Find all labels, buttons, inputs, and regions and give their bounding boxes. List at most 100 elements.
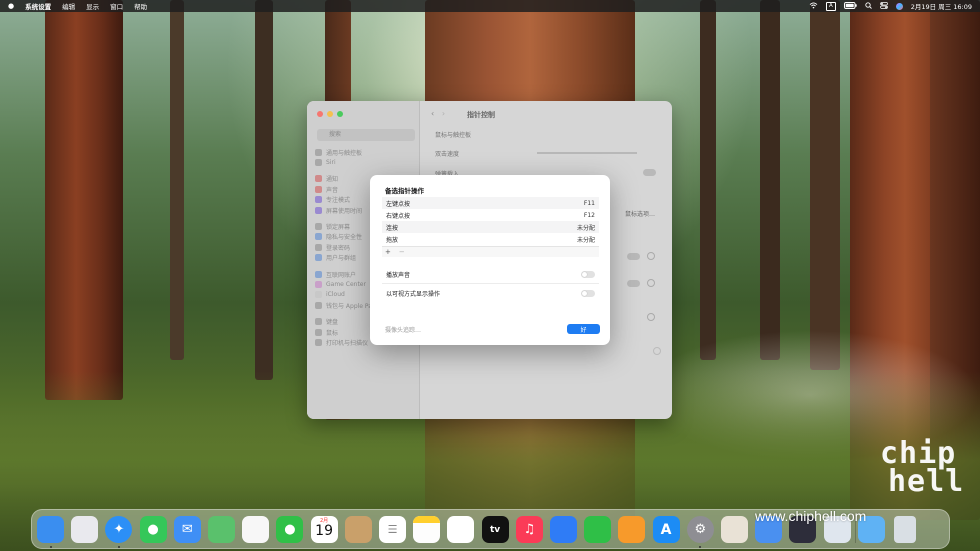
zoom-window-button[interactable]: [337, 111, 343, 117]
tv-label: tv: [490, 524, 501, 535]
wifi-icon[interactable]: [809, 1, 818, 11]
sidebar-item-icon: [315, 223, 322, 231]
calendar-icon[interactable]: 2月 19: [310, 516, 338, 543]
contacts-icon[interactable]: [344, 516, 372, 543]
sidebar-item-icon: [315, 233, 322, 241]
spring-loading-toggle[interactable]: [643, 169, 656, 176]
tv-icon[interactable]: tv: [481, 516, 509, 543]
battery-icon[interactable]: [843, 1, 857, 11]
sidebar-item-icon: [315, 270, 322, 278]
camera-tracking-button[interactable]: 摄像头追踪…: [385, 325, 421, 334]
tree-trunk: [255, 0, 273, 380]
running-indicator: [699, 546, 702, 548]
bubble-glyph: ●: [284, 522, 296, 537]
sidebar-item-icon: [315, 254, 322, 262]
setting-toggle[interactable]: [627, 280, 640, 287]
freeform-icon[interactable]: [447, 516, 475, 543]
add-action-button[interactable]: +: [385, 248, 391, 256]
sidebar-item-icon: [315, 328, 322, 336]
siri-icon[interactable]: [895, 2, 903, 10]
notes-header: [413, 516, 441, 523]
menu-help[interactable]: 帮助: [134, 1, 147, 11]
sidebar-item-icon: [315, 175, 322, 183]
menu-window[interactable]: 窗口: [110, 1, 123, 11]
menu-clock[interactable]: 2月19日 周三 16:09: [911, 1, 972, 11]
music-icon[interactable]: ♫: [515, 516, 543, 543]
input-method-icon[interactable]: A: [825, 1, 836, 11]
sidebar-item-icon: [315, 280, 322, 288]
notes-icon[interactable]: [413, 516, 441, 543]
photos-icon[interactable]: [242, 516, 270, 543]
setting-toggle[interactable]: [627, 253, 640, 260]
sidebar-item[interactable]: 通用与触控板: [315, 147, 415, 157]
reminders-icon[interactable]: ☰: [379, 516, 406, 543]
watermark-url: www.chiphell.com: [755, 508, 867, 524]
tree-trunk: [170, 0, 184, 360]
actions-table: 左键点按 F11 右键点按 F12 连按 未分配 拖放 未分配: [382, 197, 599, 245]
table-row[interactable]: 左键点按 F11: [382, 197, 599, 209]
running-indicator: [49, 546, 52, 548]
table-row[interactable]: 连按 未分配: [382, 221, 599, 233]
running-indicator: [117, 546, 120, 548]
close-window-button[interactable]: [317, 111, 323, 117]
double-click-speed-slider[interactable]: [537, 152, 637, 154]
apple-icon[interactable]: ●: [8, 2, 14, 10]
play-sound-row: 播放声音: [382, 267, 599, 281]
messages-icon[interactable]: ●: [139, 516, 167, 543]
search-icon[interactable]: [865, 1, 872, 11]
menu-bar: ● 系统设置 编辑 显示 窗口 帮助 A 2月19日 周三 16:09: [0, 0, 980, 12]
sidebar-item-icon: [315, 338, 322, 346]
control-center-icon[interactable]: [879, 1, 888, 11]
compass-glyph: ✦: [113, 522, 125, 537]
tree-trunk: [700, 0, 716, 360]
show-actions-visually-toggle[interactable]: [581, 289, 595, 297]
help-icon[interactable]: [653, 347, 661, 355]
safari-icon[interactable]: ✦: [105, 516, 133, 543]
menu-app-name[interactable]: 系统设置: [25, 1, 51, 11]
minimize-window-button[interactable]: [327, 111, 333, 117]
dialog-title: 备选指针操作: [385, 187, 424, 195]
note-glyph: ♫: [523, 522, 536, 537]
info-icon[interactable]: [647, 252, 655, 260]
sidebar-item[interactable]: Siri: [315, 157, 415, 167]
alternate-pointer-actions-dialog: 备选指针操作 左键点按 F11 右键点按 F12 连按 未分配 拖放 未分配 + − 播…: [370, 175, 610, 345]
a-glyph: A: [660, 521, 672, 538]
section-header: 鼠标与触控板: [435, 132, 472, 139]
facetime-icon[interactable]: ●: [276, 516, 304, 543]
sidebar-item-icon: [315, 196, 322, 204]
ok-button[interactable]: 好: [567, 324, 600, 334]
page-title: 指针控制: [467, 111, 495, 119]
numbers-icon[interactable]: [584, 516, 612, 543]
forward-chevron-icon[interactable]: ›: [442, 109, 445, 118]
info-icon[interactable]: [647, 313, 655, 321]
list-glyph: ☰: [387, 523, 398, 536]
info-icon[interactable]: [647, 279, 655, 287]
iphone-mirroring-icon[interactable]: [721, 516, 748, 543]
maps-icon[interactable]: [208, 516, 235, 543]
menu-edit[interactable]: 编辑: [62, 1, 75, 11]
calendar-day: 19: [315, 523, 333, 539]
menu-view[interactable]: 显示: [86, 1, 99, 11]
mail-icon[interactable]: ✉: [173, 516, 201, 543]
remove-action-button[interactable]: −: [399, 248, 405, 256]
finder-icon[interactable]: [37, 516, 64, 543]
launchpad-icon[interactable]: [71, 516, 99, 543]
play-sound-toggle[interactable]: [581, 270, 595, 278]
sidebar-item-icon: [315, 159, 322, 167]
double-click-speed-label: 双击速度: [435, 151, 460, 158]
trash-icon[interactable]: [894, 516, 916, 543]
add-remove-bar: + −: [382, 246, 599, 257]
sidebar-search-input[interactable]: 搜索: [317, 129, 415, 141]
pages-icon[interactable]: [618, 516, 646, 543]
sidebar-item-icon: [315, 185, 322, 193]
keynote-icon[interactable]: [550, 516, 577, 543]
gear-glyph: ⚙: [694, 522, 707, 537]
table-row[interactable]: 右键点按 F12: [382, 209, 599, 221]
show-actions-visually-row: 以可视方式显示操作: [382, 286, 599, 300]
back-chevron-icon[interactable]: ‹: [431, 109, 434, 118]
table-row[interactable]: 拖放 未分配: [382, 233, 599, 245]
app-store-icon[interactable]: A: [652, 516, 680, 543]
tree-trunk: [760, 0, 780, 360]
mouse-options-button[interactable]: 鼠标选项…: [625, 209, 655, 218]
system-settings-icon[interactable]: ⚙: [686, 516, 714, 543]
